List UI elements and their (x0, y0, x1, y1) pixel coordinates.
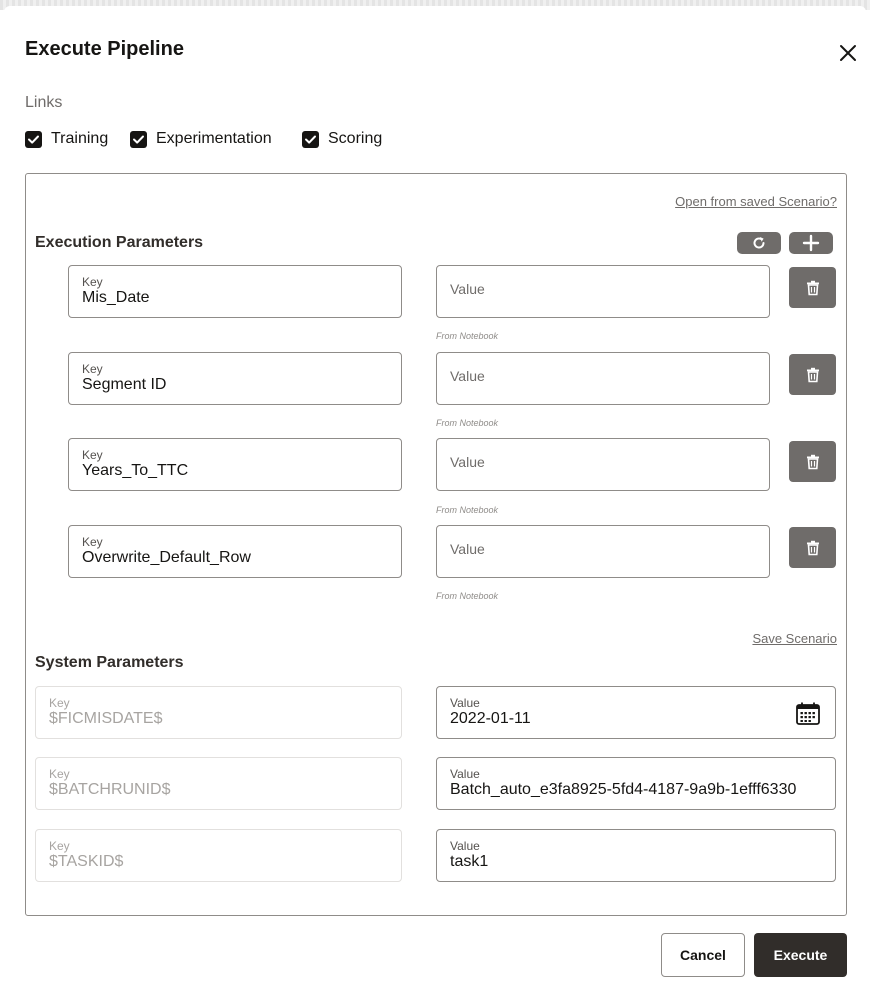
trash-icon (806, 540, 819, 555)
cancel-button[interactable]: Cancel (661, 933, 745, 977)
checkbox-checked-icon (130, 130, 147, 148)
checkbox-label: Experimentation (156, 130, 272, 147)
trash-icon (806, 367, 819, 382)
field-value: Years_To_TTC (82, 462, 189, 479)
checkbox-checked-icon (25, 130, 42, 148)
delete-param-button[interactable] (789, 267, 836, 308)
save-scenario-link[interactable]: Save Scenario (752, 631, 837, 646)
param-key-field[interactable]: Key Mis_Date (68, 265, 402, 318)
from-notebook-hint: From Notebook (436, 591, 499, 601)
system-key-field: Key $BATCHRUNID$ (35, 757, 402, 810)
field-label: Key (49, 696, 70, 710)
checkbox-label: Training (51, 130, 109, 147)
field-value: $FICMISDATE$ (49, 710, 163, 727)
field-placeholder: Value (450, 454, 485, 470)
field-label: Value (450, 696, 480, 710)
execute-button[interactable]: Execute (754, 933, 847, 977)
from-notebook-hint: From Notebook (436, 418, 499, 428)
checkbox-experimentation[interactable]: Experimentation (130, 128, 272, 150)
from-notebook-hint: From Notebook (436, 505, 499, 515)
field-label: Value (450, 767, 480, 781)
trash-icon (806, 280, 819, 295)
checkbox-label: Scoring (328, 130, 383, 147)
open-saved-scenario-link[interactable]: Open from saved Scenario? (675, 194, 837, 209)
batch-run-id-input[interactable]: Value Batch_auto_e3fa8925-5fd4-4187-9a9b… (436, 757, 836, 810)
field-value: Mis_Date (82, 289, 150, 306)
system-parameters-title: System Parameters (35, 654, 184, 671)
field-placeholder: Value (450, 368, 485, 384)
field-label: Key (82, 362, 103, 376)
field-label: Value (450, 839, 480, 853)
from-notebook-hint: From Notebook (436, 331, 499, 341)
field-value: Batch_auto_e3fa8925-5fd4-4187-9a9b-1efff… (450, 781, 797, 798)
task-id-input[interactable]: Value task1 (436, 829, 836, 882)
param-value-field[interactable]: Value (436, 265, 770, 318)
field-value: task1 (450, 853, 489, 870)
refresh-button[interactable] (737, 232, 781, 254)
parameters-panel: Open from saved Scenario? Execution Para… (25, 173, 847, 916)
field-value: Overwrite_Default_Row (82, 549, 251, 566)
param-value-field[interactable]: Value (436, 438, 770, 491)
system-key-field: Key $FICMISDATE$ (35, 686, 402, 739)
field-value: $BATCHRUNID$ (49, 781, 171, 798)
field-label: Key (49, 767, 70, 781)
field-placeholder: Value (450, 541, 485, 557)
system-key-field: Key $TASKID$ (35, 829, 402, 882)
calendar-icon[interactable] (795, 701, 821, 727)
field-value: $TASKID$ (49, 853, 124, 870)
delete-param-button[interactable] (789, 527, 836, 568)
links-label: Links (25, 94, 63, 111)
checkbox-checked-icon (302, 130, 319, 148)
param-value-field[interactable]: Value (436, 352, 770, 405)
delete-param-button[interactable] (789, 441, 836, 482)
param-key-field[interactable]: Key Years_To_TTC (68, 438, 402, 491)
param-value-field[interactable]: Value (436, 525, 770, 578)
checkbox-scoring[interactable]: Scoring (302, 128, 382, 150)
param-key-field[interactable]: Key Segment ID (68, 352, 402, 405)
field-label: Key (82, 275, 103, 289)
execute-pipeline-dialog: Execute Pipeline Links Training Experime… (4, 6, 866, 994)
add-parameter-button[interactable] (789, 232, 833, 254)
param-key-field[interactable]: Key Overwrite_Default_Row (68, 525, 402, 578)
refresh-icon (753, 237, 765, 249)
checkbox-training[interactable]: Training (25, 128, 108, 150)
plus-icon (802, 234, 820, 252)
field-label: Key (49, 839, 70, 853)
field-label: Key (82, 535, 103, 549)
close-icon[interactable] (836, 41, 860, 65)
dialog-title: Execute Pipeline (25, 38, 184, 60)
field-placeholder: Value (450, 281, 485, 297)
date-input[interactable]: Value 2022-01-11 (436, 686, 836, 739)
field-value: Segment ID (82, 376, 167, 393)
field-value: 2022-01-11 (450, 710, 531, 727)
trash-icon (806, 454, 819, 469)
execution-parameters-title: Execution Parameters (35, 234, 204, 251)
delete-param-button[interactable] (789, 354, 836, 395)
field-label: Key (82, 448, 103, 462)
